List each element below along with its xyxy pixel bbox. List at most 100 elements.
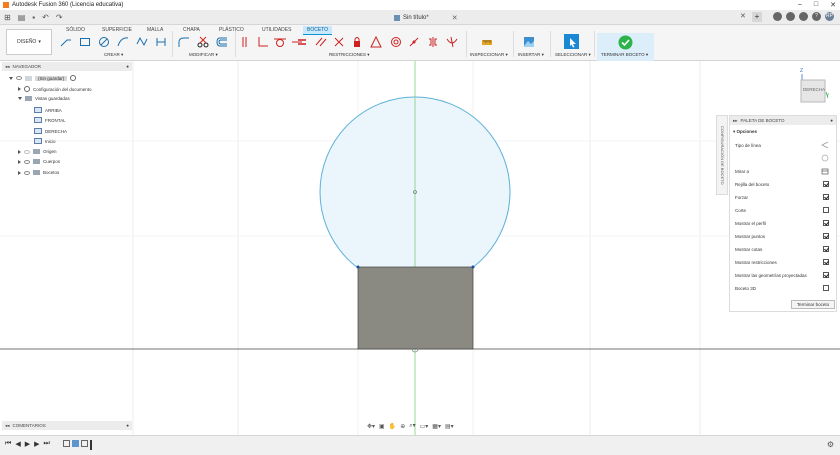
close-tab-icon[interactable]: ✕ bbox=[452, 14, 458, 22]
play-icon[interactable]: ▶ bbox=[25, 440, 30, 448]
tab-surface[interactable]: SUPERFICIE bbox=[98, 26, 136, 34]
browser-saved-views[interactable]: Vistas guardadas bbox=[18, 96, 70, 101]
maximize-icon[interactable]: □ bbox=[814, 1, 818, 9]
workspace-switcher[interactable]: DISEÑO ▾ bbox=[6, 29, 52, 55]
offset-tool-icon[interactable] bbox=[216, 36, 228, 48]
notifications-icon[interactable] bbox=[799, 12, 808, 21]
sketch-point[interactable] bbox=[471, 265, 475, 269]
curvature-icon[interactable] bbox=[446, 36, 458, 48]
inspect-group-label[interactable]: INSPECCIONAR ▾ bbox=[470, 52, 508, 58]
tangent-icon[interactable] bbox=[274, 36, 286, 48]
activate-radio-icon[interactable] bbox=[70, 75, 77, 81]
viewports-icon[interactable]: ▤▾ bbox=[445, 423, 454, 430]
palette-row-projected-geometry[interactable]: Mostrar las geometrías proyectadas bbox=[735, 271, 829, 279]
modify-group-label[interactable]: MODIFICAR ▾ bbox=[189, 52, 218, 58]
file-menu-icon[interactable]: ▤ bbox=[18, 13, 26, 22]
browser-doc-settings[interactable]: Configuración del documento bbox=[18, 86, 92, 92]
tab-mesh[interactable]: MALLA bbox=[143, 26, 167, 34]
viewcube[interactable]: Z Y DERECHA bbox=[796, 68, 830, 104]
zoom-icon[interactable]: ⊕ bbox=[400, 423, 405, 430]
polygon-tool-icon[interactable] bbox=[136, 36, 148, 48]
new-tab-icon[interactable]: + bbox=[752, 12, 762, 22]
palette-row-show-dimensions[interactable]: Mostrar cotas bbox=[735, 245, 829, 253]
timeline-feature-icon[interactable] bbox=[81, 440, 88, 447]
symmetry-icon[interactable] bbox=[427, 36, 439, 48]
palette-row-centerline[interactable] bbox=[735, 154, 829, 162]
3d-sketch-checkbox[interactable] bbox=[823, 285, 829, 291]
redo-icon[interactable]: ↷ bbox=[56, 13, 63, 22]
dot-icon[interactable]: ● bbox=[126, 423, 129, 428]
circle-tool-icon[interactable] bbox=[98, 36, 110, 48]
trim-tool-icon[interactable] bbox=[197, 36, 209, 48]
rectangle-tool-icon[interactable] bbox=[79, 36, 91, 48]
fillet-tool-icon[interactable] bbox=[178, 36, 190, 48]
save-icon[interactable]: ▪ bbox=[32, 13, 35, 22]
minimize-icon[interactable]: – bbox=[798, 1, 802, 9]
palette-row-sketch-grid[interactable]: Rejilla del boceto bbox=[735, 180, 829, 188]
browser-origin[interactable]: Origen bbox=[18, 149, 57, 154]
sketch-palette-side-tab[interactable]: CONFIGURACIÓN DE BOCETO bbox=[716, 115, 728, 195]
tab-sheet-metal[interactable]: CHAPA bbox=[179, 26, 204, 34]
options-section-header[interactable]: ▾ Opciones bbox=[730, 125, 836, 135]
collapse-panel-icon[interactable]: ◂◂ bbox=[5, 64, 10, 70]
expand-toggle-icon[interactable] bbox=[18, 170, 21, 175]
visibility-eye-icon[interactable] bbox=[24, 159, 30, 164]
collapse-panel-icon[interactable]: ▸▸ bbox=[733, 118, 738, 124]
expand-toggle-icon[interactable] bbox=[18, 97, 22, 100]
expand-toggle-icon[interactable] bbox=[18, 159, 21, 164]
finish-sketch-group[interactable]: TERMINAR BOCETO ▾ bbox=[597, 33, 654, 61]
palette-row-3d-sketch[interactable]: Boceto 3D bbox=[735, 284, 829, 292]
browser-sketches[interactable]: Bocetos bbox=[18, 170, 59, 175]
step-back-icon[interactable]: ◀ bbox=[15, 440, 20, 448]
timeline-sketch-icon[interactable] bbox=[72, 440, 79, 447]
centerline-icon[interactable] bbox=[821, 154, 829, 162]
show-profile-checkbox[interactable] bbox=[823, 220, 829, 226]
slice-checkbox[interactable] bbox=[823, 207, 829, 213]
finish-sketch-button[interactable]: Terminar boceto bbox=[791, 300, 835, 309]
sketch-grid-checkbox[interactable] bbox=[823, 181, 829, 187]
expand-panel-icon[interactable]: ◂◂ bbox=[5, 423, 10, 429]
finish-check-icon[interactable] bbox=[618, 35, 633, 50]
go-to-end-icon[interactable]: ⏭ bbox=[43, 440, 49, 448]
construction-line-icon[interactable] bbox=[821, 141, 829, 149]
measure-icon[interactable] bbox=[481, 36, 493, 48]
palette-row-snap[interactable]: Forzar bbox=[735, 193, 829, 201]
perpendicular-icon[interactable] bbox=[257, 36, 269, 48]
slot-tool-icon[interactable] bbox=[155, 36, 167, 48]
fix-lock-icon[interactable] bbox=[351, 36, 363, 48]
sketch-rectangle[interactable] bbox=[357, 266, 474, 350]
fit-icon[interactable]: ⌕▾ bbox=[409, 422, 415, 430]
expand-toggle-icon[interactable] bbox=[18, 87, 21, 91]
equal-icon[interactable] bbox=[296, 36, 308, 48]
browser-view-inicio[interactable]: Inicio bbox=[34, 138, 56, 144]
orbit-icon[interactable]: ✥▾ bbox=[367, 423, 375, 430]
finish-sketch-group-label[interactable]: TERMINAR BOCETO ▾ bbox=[601, 52, 648, 58]
tab-plastic[interactable]: PLÁSTICO bbox=[215, 26, 248, 34]
expand-toggle-icon[interactable] bbox=[9, 76, 13, 80]
coincident-x-icon[interactable] bbox=[333, 36, 345, 48]
coincident-icon[interactable] bbox=[240, 36, 252, 48]
pan-icon[interactable]: ✋ bbox=[389, 423, 396, 430]
triangle-icon[interactable] bbox=[370, 36, 382, 48]
palette-row-show-profile[interactable]: Mostrar el perfil bbox=[735, 219, 829, 227]
grid-settings-icon[interactable]: ▦▾ bbox=[432, 423, 441, 430]
dot-icon[interactable]: ● bbox=[830, 118, 833, 123]
palette-row-slice[interactable]: Corte bbox=[735, 206, 829, 214]
show-points-checkbox[interactable] bbox=[823, 233, 829, 239]
user-avatar[interactable]: RP bbox=[825, 12, 834, 21]
show-constraints-checkbox[interactable] bbox=[823, 259, 829, 265]
expand-toggle-icon[interactable] bbox=[18, 149, 21, 154]
dot-icon[interactable]: ● bbox=[126, 64, 129, 69]
timeline-marker[interactable] bbox=[90, 440, 92, 450]
browser-view-arriba[interactable]: ARRIBA bbox=[34, 107, 62, 113]
select-group-label[interactable]: SELECCIONAR ▾ bbox=[555, 52, 591, 58]
timeline-settings-gear-icon[interactable]: ⚙ bbox=[827, 440, 834, 449]
visibility-eye-icon[interactable] bbox=[24, 170, 30, 175]
undo-icon[interactable]: ↶ bbox=[42, 13, 49, 22]
timeline-feature-icon[interactable] bbox=[63, 440, 70, 447]
comments-panel[interactable]: ◂◂ COMENTARIOS ● bbox=[2, 421, 132, 430]
insert-group-label[interactable]: INSERTAR ▾ bbox=[518, 52, 544, 58]
constraints-group-label[interactable]: RESTRICCIONES ▾ bbox=[329, 52, 370, 58]
tab-sketch[interactable]: BOCETO bbox=[303, 26, 333, 35]
browser-view-frontal[interactable]: FRONTAL bbox=[34, 117, 66, 123]
